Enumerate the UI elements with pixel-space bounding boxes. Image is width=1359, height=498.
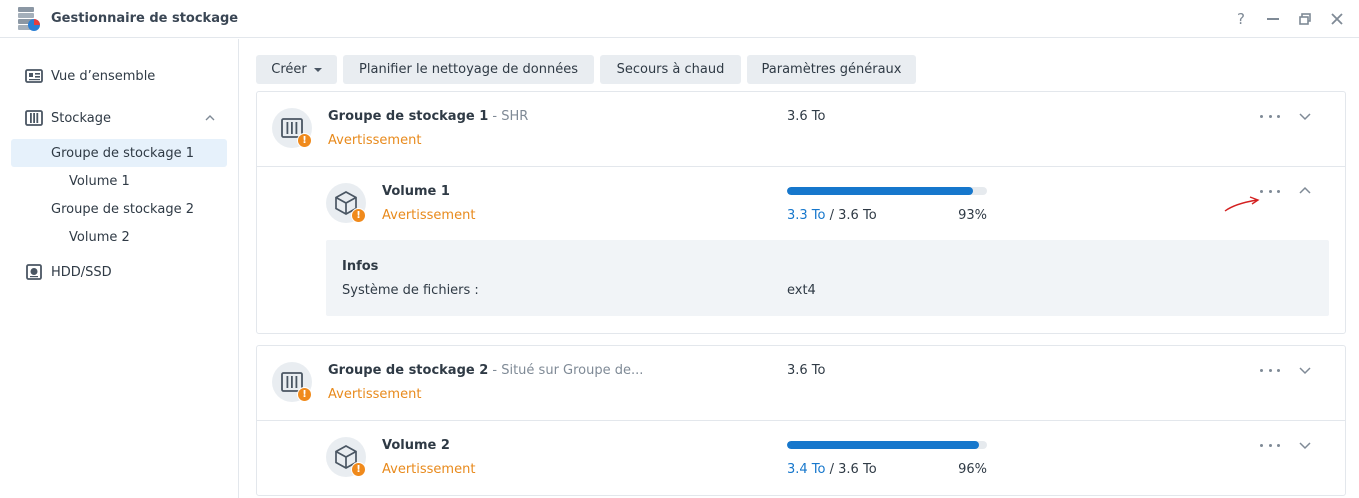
divider (257, 166, 1345, 167)
sidebar: Vue d’ensemble Stockage Groupe de stocka… (0, 39, 239, 498)
sidebar-item-storage-pool-2[interactable]: Groupe de stockage 2 (11, 195, 227, 223)
volume-usage-bar (787, 441, 987, 449)
volume-usage-percent: 93% (958, 208, 987, 223)
storage-manager-app-icon (17, 6, 41, 32)
sidebar-item-label: Vue d’ensemble (51, 68, 156, 84)
overview-icon (25, 69, 43, 83)
info-title: Infos (342, 259, 379, 274)
restore-button[interactable] (1295, 9, 1315, 29)
sidebar-item-overview[interactable]: Vue d’ensemble (11, 62, 227, 90)
volume-info-panel: Infos Système de fichiers : ext4 (326, 240, 1329, 316)
schedule-scrubbing-button[interactable]: Planifier le nettoyage de données (343, 55, 594, 84)
volume-usage-text: 3.4 To / 3.6 To (787, 462, 877, 477)
caret-down-icon (313, 67, 322, 72)
pool-size: 3.6 To (787, 363, 826, 378)
sidebar-item-hdd-ssd[interactable]: HDD/SSD (11, 258, 227, 286)
volume-usage-text: 3.3 To / 3.6 To (787, 208, 877, 223)
storage-icon (25, 110, 43, 126)
sidebar-item-volume-2[interactable]: Volume 2 (11, 223, 227, 251)
volume-title: Volume 2 (382, 438, 450, 453)
sidebar-item-label: HDD/SSD (51, 264, 112, 280)
volume-status: Avertissement (382, 208, 476, 223)
chevron-down-icon[interactable] (1298, 109, 1312, 123)
pool-title: Groupe de stockage 2 - Situé sur Groupe … (328, 363, 644, 378)
sidebar-item-label: Volume 2 (69, 229, 130, 245)
volume-status: Avertissement (382, 462, 476, 477)
sidebar-item-label: Volume 1 (69, 173, 130, 189)
pool-more-button[interactable] (1260, 363, 1280, 377)
window-title: Gestionnaire de stockage (51, 11, 239, 26)
warning-badge: ! (297, 387, 312, 402)
volume-usage-percent: 96% (958, 462, 987, 477)
title-bar: Gestionnaire de stockage ? (0, 0, 1359, 38)
filesystem-value: ext4 (787, 283, 816, 298)
sidebar-item-storage-pool-1[interactable]: Groupe de stockage 1 (11, 139, 227, 167)
pool-size: 3.6 To (787, 109, 826, 124)
help-button[interactable]: ? (1231, 9, 1251, 29)
volume-usage-fill (787, 187, 973, 195)
pool-title: Groupe de stockage 1 - SHR (328, 109, 529, 124)
filesystem-label: Système de fichiers : (342, 283, 479, 298)
restore-icon (1299, 13, 1311, 25)
global-settings-button[interactable]: Paramètres généraux (747, 55, 916, 84)
pool-status: Avertissement (328, 387, 422, 402)
pool-status: Avertissement (328, 133, 422, 148)
minimize-icon (1267, 18, 1279, 20)
sidebar-item-storage[interactable]: Stockage (11, 104, 227, 132)
create-button-label: Créer (271, 62, 307, 77)
create-button[interactable]: Créer (256, 55, 337, 84)
sidebar-item-label: Groupe de stockage 1 (51, 145, 194, 161)
close-icon (1331, 13, 1343, 25)
volume-usage-fill (787, 441, 979, 449)
sidebar-item-volume-1[interactable]: Volume 1 (11, 167, 227, 195)
annotation-arrow-icon (1224, 196, 1260, 212)
volume-more-button[interactable] (1260, 438, 1280, 452)
volume-more-button[interactable] (1260, 184, 1280, 198)
chevron-down-icon[interactable] (1298, 363, 1312, 377)
chevron-down-icon[interactable] (1298, 438, 1312, 452)
divider (257, 420, 1345, 421)
chevron-up-icon[interactable] (1298, 184, 1312, 198)
close-button[interactable] (1327, 9, 1347, 29)
hdd-icon (26, 264, 42, 280)
warning-badge: ! (351, 462, 366, 477)
storage-pool-card: ! Groupe de stockage 1 - SHR Avertisseme… (256, 91, 1346, 334)
minimize-button[interactable] (1263, 9, 1283, 29)
pool-more-button[interactable] (1260, 109, 1280, 123)
storage-pool-card: ! Groupe de stockage 2 - Situé sur Group… (256, 345, 1346, 496)
sidebar-item-label: Stockage (51, 110, 111, 126)
warning-badge: ! (297, 133, 312, 148)
volume-title: Volume 1 (382, 184, 450, 199)
chevron-up-icon[interactable] (205, 113, 215, 123)
volume-usage-bar (787, 187, 987, 195)
sidebar-item-label: Groupe de stockage 2 (51, 201, 194, 217)
hot-spare-button[interactable]: Secours à chaud (600, 55, 741, 84)
warning-badge: ! (351, 208, 366, 223)
